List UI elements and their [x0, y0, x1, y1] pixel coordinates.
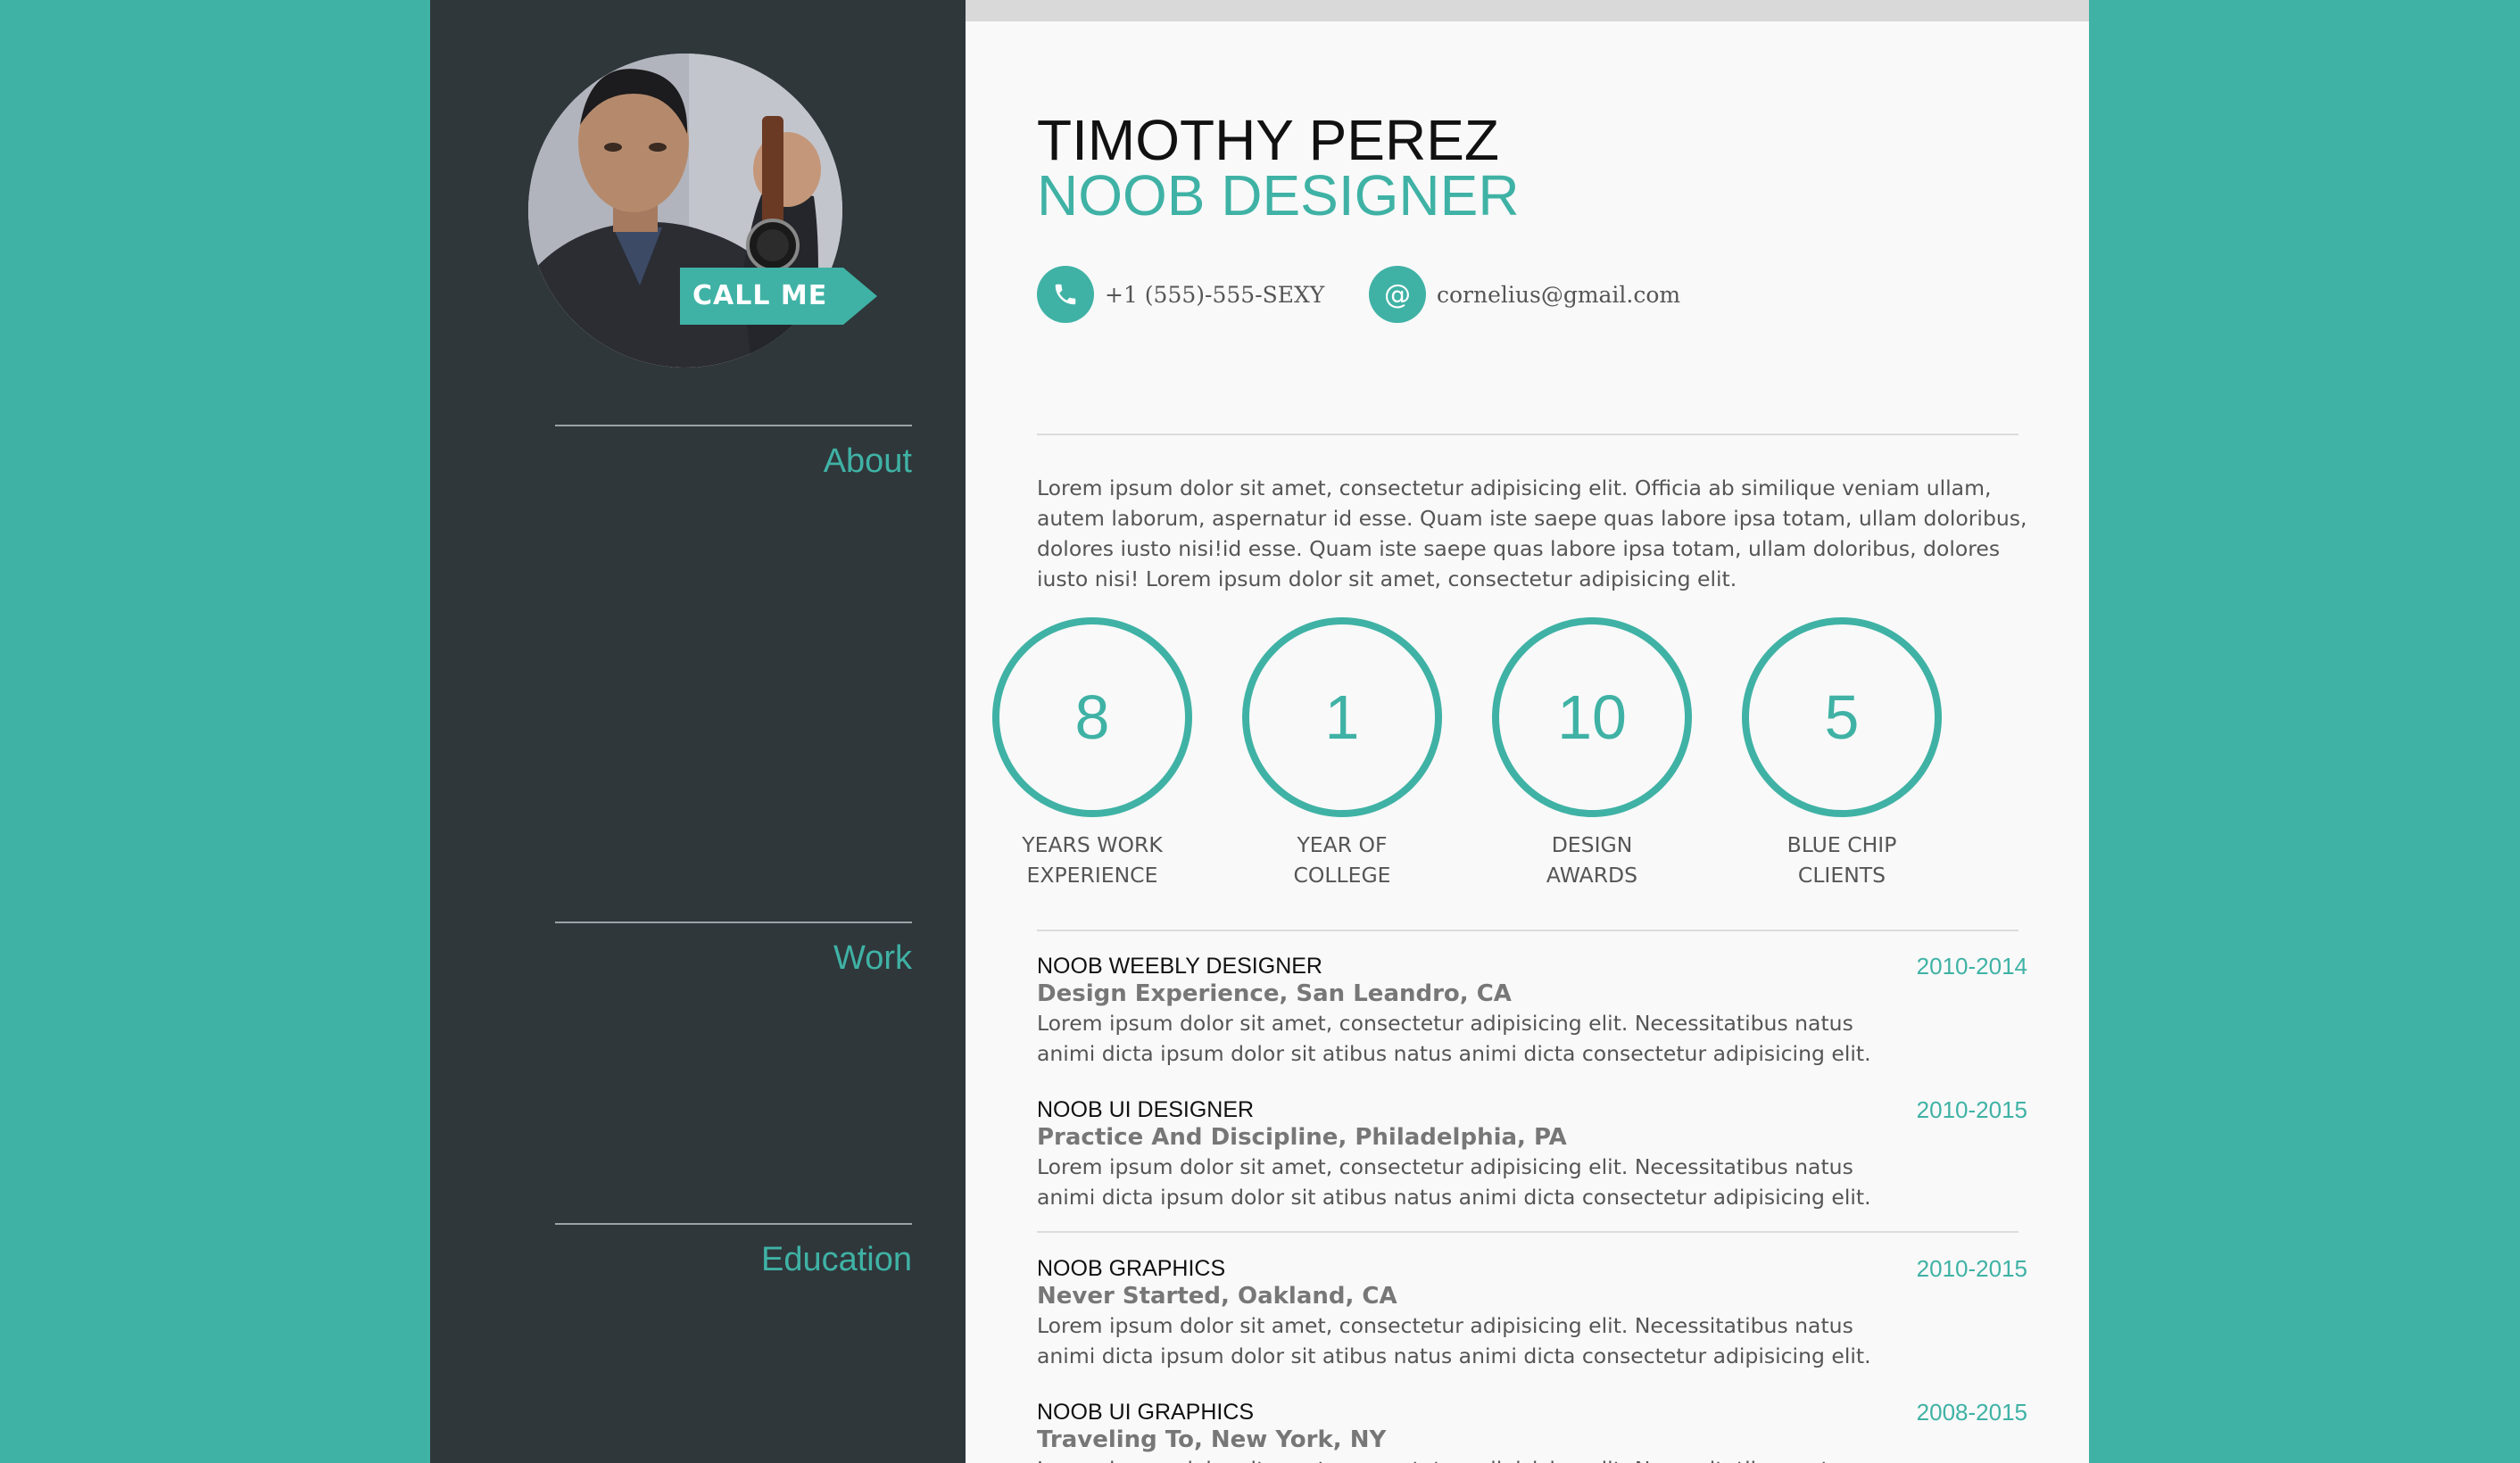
sidebar: CALL ME About Work Education — [430, 0, 966, 1463]
education-description: Lorem ipsum dolor sit amet, consectetur … — [1037, 1313, 1871, 1368]
about-text: Lorem ipsum dolor sit amet, consectetur … — [1037, 475, 2027, 591]
stat-label-line: DESIGN — [1551, 832, 1633, 857]
resume-page: CALL ME About Work Education TIMOTHY PER… — [430, 0, 2089, 1463]
stat-label-line: EXPERIENCE — [1026, 863, 1158, 888]
main-content: TIMOTHY PEREZ NOOB DESIGNER +1 (555)-555… — [966, 0, 2089, 1463]
sidebar-section-work: Work — [555, 922, 912, 978]
sidebar-section-about: About — [555, 425, 912, 481]
stats-row: 8 YEARS WORK EXPERIENCE 1 YEAR OF COLLEG… — [992, 617, 2027, 888]
stat-label-line: YEARS WORK — [1022, 832, 1163, 857]
stat-value: 8 — [992, 617, 1192, 817]
person-role: NOOB DESIGNER — [1037, 163, 1520, 227]
education-subtitle: Traveling To, New York, NY — [1037, 1426, 1387, 1453]
person-name: TIMOTHY PEREZ — [1037, 108, 1499, 172]
sidebar-education-label: Education — [760, 1241, 912, 1278]
top-bar — [966, 0, 2089, 21]
work-title: NOOB WEEBLY DESIGNER — [1037, 954, 1322, 979]
stat-year-college: 1 YEAR OF COLLEGE — [1217, 617, 1467, 890]
call-me-button[interactable]: CALL ME — [680, 268, 878, 325]
phone-number: +1 (555)-555-SEXY — [1105, 281, 1325, 308]
work-title: NOOB UI DESIGNER — [1037, 1097, 1255, 1122]
at-icon: @ — [1369, 266, 1426, 323]
phone-contact[interactable]: +1 (555)-555-SEXY — [1037, 266, 1324, 323]
work-years: 2010-2015 — [1916, 1096, 2027, 1123]
work-subtitle: Practice And Discipline, Philadelphia, P… — [1037, 1124, 1567, 1151]
education-years: 2010-2015 — [1916, 1255, 2027, 1282]
stat-years-experience: 8 YEARS WORK EXPERIENCE — [967, 617, 1217, 890]
call-me-label: CALL ME — [680, 268, 844, 325]
sidebar-about-label: About — [823, 442, 912, 480]
work-entry: NOOB WEEBLY DESIGNER Design Experience, … — [1037, 953, 2027, 1069]
header-divider — [1037, 434, 2018, 435]
sidebar-section-education: Education — [555, 1223, 912, 1279]
work-description: Lorem ipsum dolor sit amet, consectetur … — [1037, 1154, 1871, 1210]
email-contact[interactable]: @ cornelius@gmail.com — [1369, 266, 1680, 323]
work-years: 2010-2014 — [1916, 953, 2027, 979]
phone-icon — [1037, 266, 1094, 323]
stat-blue-chip-clients: 5 BLUE CHIP CLIENTS — [1717, 617, 1967, 890]
stat-label: YEAR OF COLLEGE — [1217, 830, 1467, 890]
stat-label-line: BLUE CHIP — [1786, 832, 1897, 857]
stats-divider — [1037, 930, 2018, 931]
work-entry: NOOB UI DESIGNER Practice And Discipline… — [1037, 1096, 2027, 1212]
education-title: NOOB GRAPHICS — [1037, 1256, 1226, 1281]
call-me-arrow-icon — [843, 268, 878, 325]
stat-label: BLUE CHIP CLIENTS — [1717, 830, 1967, 890]
work-description: Lorem ipsum dolor sit amet, consectetur … — [1037, 1011, 1871, 1066]
education-subtitle: Never Started, Oakland, CA — [1037, 1283, 1397, 1310]
email-address: cornelius@gmail.com — [1437, 281, 1681, 308]
work-subtitle: Design Experience, San Leandro, CA — [1037, 980, 1512, 1007]
stat-value: 10 — [1492, 617, 1692, 817]
stat-label: DESIGN AWARDS — [1467, 830, 1717, 890]
stat-label-line: YEAR OF — [1297, 832, 1388, 857]
stat-label-line: CLIENTS — [1797, 863, 1886, 888]
stat-label: YEARS WORK EXPERIENCE — [967, 830, 1217, 890]
education-years: 2008-2015 — [1916, 1399, 2027, 1426]
education-entry: NOOB UI GRAPHICS Traveling To, New York,… — [1037, 1399, 2027, 1463]
stat-label-line: COLLEGE — [1293, 863, 1391, 888]
education-entry: NOOB GRAPHICS Never Started, Oakland, CA… — [1037, 1255, 2027, 1371]
stat-design-awards: 10 DESIGN AWARDS — [1467, 617, 1717, 890]
stat-value: 5 — [1742, 617, 1942, 817]
sidebar-work-label: Work — [833, 939, 912, 977]
stat-label-line: AWARDS — [1546, 863, 1638, 888]
education-title: NOOB UI GRAPHICS — [1037, 1400, 1255, 1425]
work-divider — [1037, 1231, 2018, 1233]
stat-value: 1 — [1242, 617, 1442, 817]
education-description: Lorem ipsum dolor sit amet, consectetur … — [1037, 1454, 1894, 1463]
